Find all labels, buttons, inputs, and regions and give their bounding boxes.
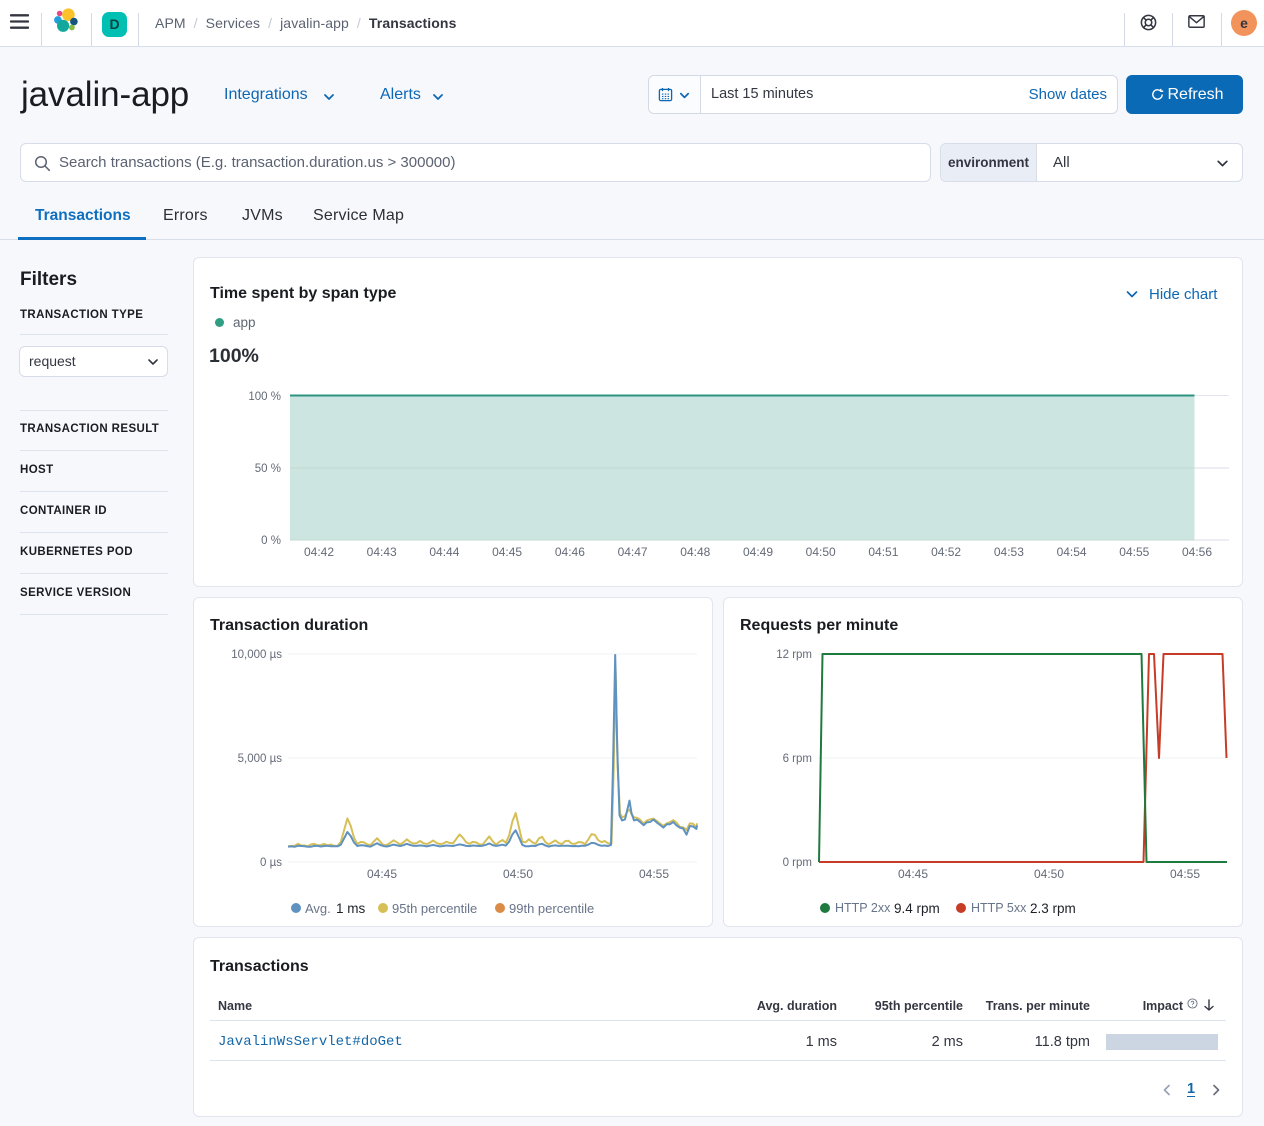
svg-text:04:45: 04:45 [492,545,522,559]
svg-text:04:55: 04:55 [639,867,669,881]
svg-text:04:45: 04:45 [898,867,928,881]
svg-text:04:55: 04:55 [1119,545,1149,559]
svg-text:04:49: 04:49 [743,545,773,559]
svg-text:04:48: 04:48 [680,545,710,559]
svg-text:04:53: 04:53 [994,545,1024,559]
svg-text:6 rpm: 6 rpm [783,753,812,765]
svg-text:0 rpm: 0 rpm [783,857,812,869]
svg-text:04:51: 04:51 [868,545,898,559]
svg-text:04:42: 04:42 [304,545,334,559]
svg-text:04:50: 04:50 [503,867,533,881]
svg-text:04:52: 04:52 [931,545,961,559]
svg-text:04:44: 04:44 [429,545,459,559]
svg-text:04:50: 04:50 [1034,867,1064,881]
svg-text:04:43: 04:43 [367,545,397,559]
svg-text:04:54: 04:54 [1057,545,1087,559]
svg-text:04:50: 04:50 [806,545,836,559]
svg-text:0 %: 0 % [261,535,281,547]
svg-text:100 %: 100 % [248,391,281,403]
svg-text:04:46: 04:46 [555,545,585,559]
svg-text:5,000 µs: 5,000 µs [238,753,283,765]
svg-text:50 %: 50 % [255,463,281,475]
svg-text:04:55: 04:55 [1170,867,1200,881]
svg-text:0 µs: 0 µs [260,857,282,869]
svg-text:12 rpm: 12 rpm [776,649,812,661]
svg-text:04:45: 04:45 [367,867,397,881]
svg-text:10,000 µs: 10,000 µs [231,649,282,661]
svg-text:04:56: 04:56 [1182,545,1212,559]
svg-text:04:47: 04:47 [618,545,648,559]
